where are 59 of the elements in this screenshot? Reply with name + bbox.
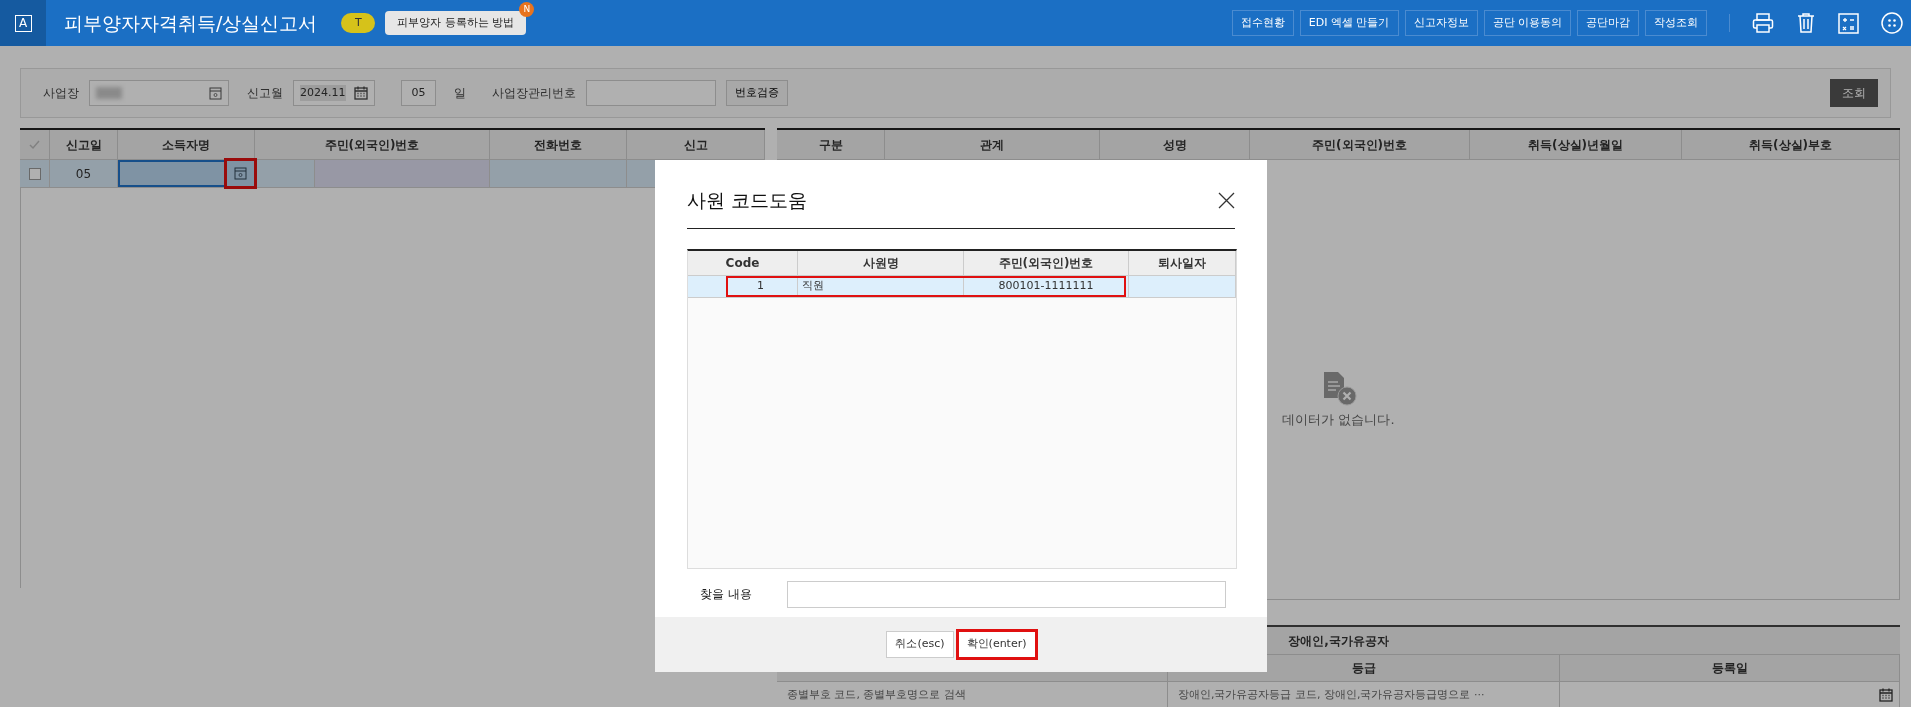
calculator-icon[interactable] bbox=[1838, 12, 1859, 34]
management-number-field[interactable] bbox=[586, 80, 716, 106]
calendar-icon[interactable] bbox=[1879, 688, 1893, 702]
id-number-input[interactable] bbox=[315, 160, 489, 187]
row-checkbox[interactable] bbox=[28, 167, 41, 180]
tip-badge[interactable]: T bbox=[341, 13, 376, 33]
logo[interactable]: A bbox=[14, 14, 32, 32]
dialog-title: 사원 코드도움 bbox=[687, 188, 808, 213]
lookup-button[interactable] bbox=[226, 160, 255, 187]
column-header: 등급 bbox=[1351, 660, 1376, 677]
search-input[interactable]: 종별부호 코드, 종별부호명으로 검색 bbox=[777, 686, 1167, 704]
toolbar-button[interactable]: 공단마감 bbox=[1577, 9, 1639, 37]
name-input[interactable] bbox=[118, 160, 226, 187]
lookup-icon bbox=[234, 167, 247, 180]
column-header: 신고일 bbox=[50, 130, 118, 159]
day-field[interactable]: 05 bbox=[401, 80, 436, 106]
month-value: 2024.11 bbox=[300, 84, 346, 102]
toolbar-button[interactable]: 공단 이용동의 bbox=[1483, 9, 1571, 37]
toolbar-button[interactable]: 접수현황 bbox=[1231, 9, 1294, 37]
trash-icon[interactable] bbox=[1796, 12, 1816, 34]
column-header: Code bbox=[688, 250, 798, 275]
field-label: 신고월 bbox=[247, 85, 283, 102]
verify-button[interactable]: 번호검증 bbox=[726, 79, 788, 107]
workplace-field[interactable] bbox=[89, 80, 229, 106]
column-header: 사원명 bbox=[798, 250, 964, 275]
field-label: 찾을 내용 bbox=[700, 586, 753, 603]
column-header: 전화번호 bbox=[490, 130, 627, 159]
column-header: 등록일 bbox=[1711, 660, 1748, 677]
column-header: 관계 bbox=[885, 130, 1100, 159]
toolbar-button[interactable]: 신고자정보 bbox=[1404, 9, 1478, 37]
menu-icon[interactable] bbox=[1881, 12, 1903, 34]
column-header: 주민(외국인)번호 bbox=[964, 250, 1129, 275]
column-header: 취득(상실)년월일 bbox=[1470, 130, 1682, 159]
dialog-button[interactable]: 취소(esc) bbox=[886, 631, 954, 658]
column-header: 신고 bbox=[627, 130, 765, 159]
column-header: 구분 bbox=[777, 130, 885, 159]
print-icon[interactable] bbox=[1752, 12, 1774, 34]
dialog-button[interactable]: 확인(enter) bbox=[957, 631, 1036, 658]
check-all-icon[interactable] bbox=[28, 138, 41, 151]
close-icon[interactable] bbox=[1218, 191, 1235, 209]
column-header: 주민(외국인)번호 bbox=[1250, 130, 1470, 159]
search-input[interactable]: 장애인,국가유공자등급 코드, 장애인,국가유공자등급명으로 ··· bbox=[1168, 686, 1559, 704]
field-label: 사업장관리번호 bbox=[492, 85, 576, 102]
empty-message: 데이터가 없습니다. bbox=[1282, 410, 1395, 429]
page-title: 피부양자자격취득/상실신고서 bbox=[64, 10, 318, 36]
search-input[interactable] bbox=[787, 580, 1226, 608]
toolbar-button[interactable]: 작성조회 bbox=[1645, 9, 1707, 37]
field-label: 일 bbox=[454, 85, 466, 102]
search-button[interactable]: 조회 bbox=[1830, 79, 1878, 107]
field-label: 사업장 bbox=[43, 85, 79, 102]
column-header: 성명 bbox=[1100, 130, 1250, 159]
column-header: 퇴사일자 bbox=[1129, 250, 1236, 275]
month-field[interactable]: 2024.11 bbox=[293, 80, 375, 106]
lookup-icon[interactable] bbox=[209, 86, 222, 100]
calendar-icon[interactable] bbox=[354, 86, 368, 100]
new-badge: N bbox=[519, 1, 535, 17]
column-header: 취득(상실)부호 bbox=[1682, 130, 1900, 159]
employee-row[interactable]: 1 직원 800101-1111111 bbox=[688, 275, 1236, 298]
toolbar-button[interactable]: EDI 엑셀 만들기 bbox=[1299, 9, 1399, 37]
